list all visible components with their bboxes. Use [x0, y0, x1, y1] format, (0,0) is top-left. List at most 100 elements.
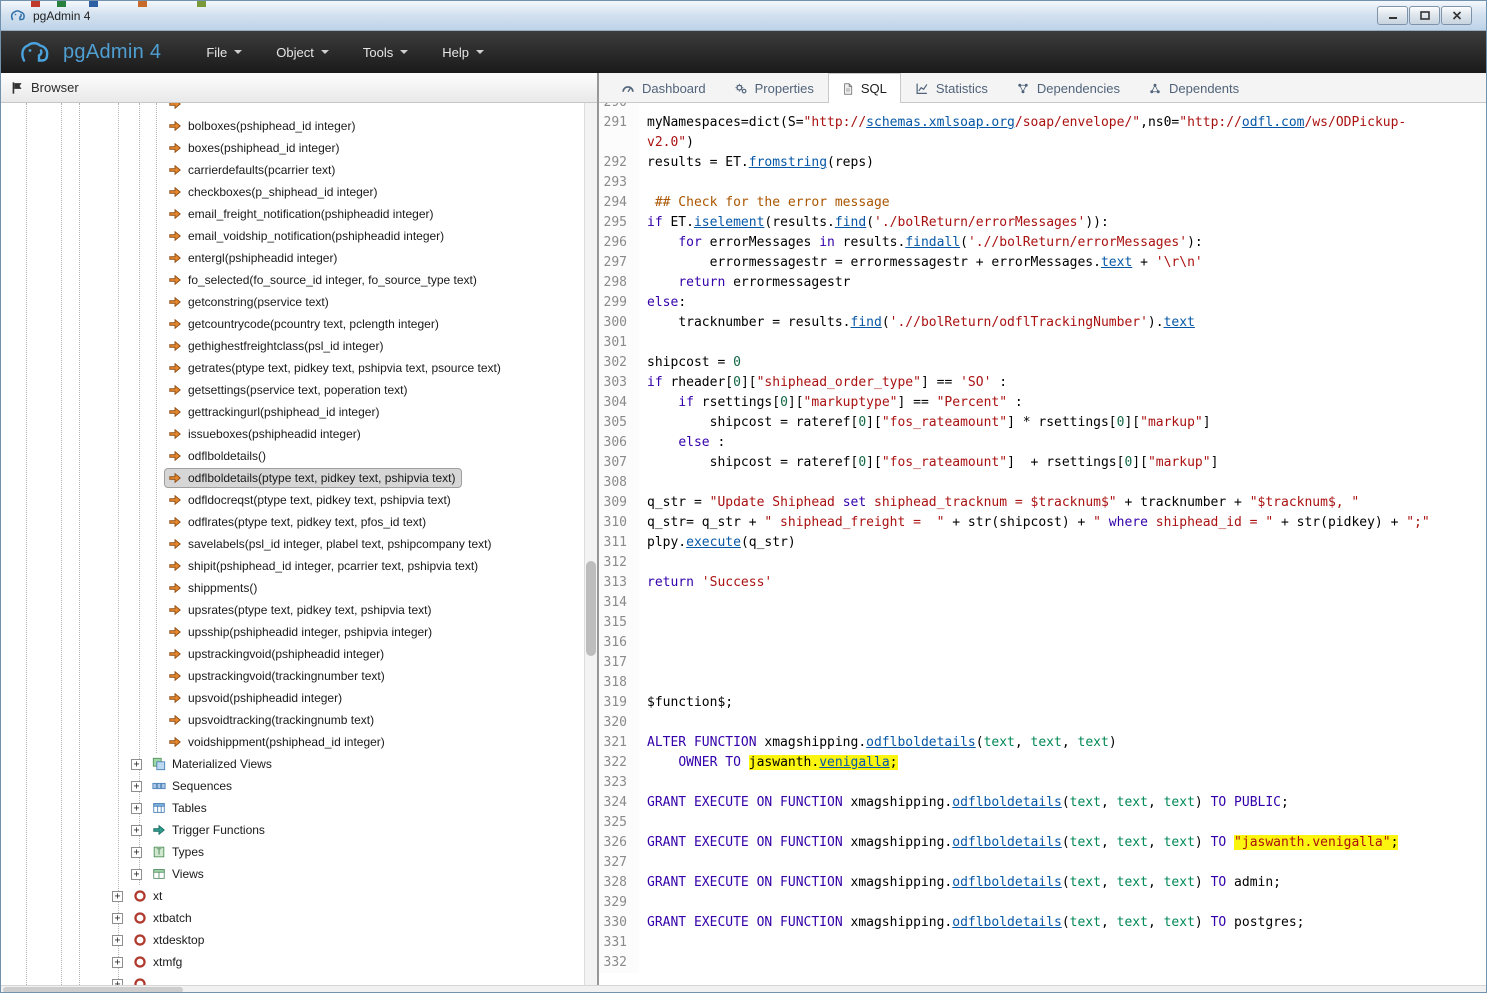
code-text[interactable] [639, 473, 1444, 493]
tree-item[interactable]: upsvoid(pshipheadid integer) [1, 687, 584, 709]
tree-item[interactable]: bolboxes(pshiphead_id integer) [1, 115, 584, 137]
tree-item-content[interactable]: fo_selected(fo_source_id integer, fo_sou… [164, 270, 484, 290]
code-text[interactable]: for errorMessages in results.findall('./… [639, 233, 1444, 253]
tree-item[interactable]: getconstring(pservice text) [1, 291, 584, 313]
tree-item-content[interactable]: getcountrycode(pcountry text, pclength i… [164, 314, 446, 334]
code-text[interactable]: GRANT EXECUTE ON FUNCTION xmagshipping.o… [639, 833, 1444, 853]
tree-item[interactable]: email_freight_notification(pshipheadid i… [1, 203, 584, 225]
tree-item-content[interactable]: upstrackingvoid(trackingnumber text) [164, 666, 392, 686]
tree-item-content[interactable]: issueboxes(pshipheadid integer) [164, 424, 368, 444]
code-text[interactable]: ALTER FUNCTION xmagshipping.odflboldetai… [639, 733, 1444, 753]
tree-item[interactable]: +Sequences [1, 775, 584, 797]
tab-properties[interactable]: Properties [720, 73, 828, 103]
tree-item-content[interactable]: xtmfg [129, 952, 189, 972]
tree-item-content[interactable]: getrates(ptype text, pidkey text, pshipv… [164, 358, 508, 378]
tree-item-content[interactable]: odfldocreqst(ptype text, pidkey text, ps… [164, 490, 458, 510]
code-text[interactable] [639, 713, 1444, 733]
code-text[interactable] [639, 853, 1444, 873]
horizontal-scrollbar[interactable] [1, 985, 1486, 993]
scrollbar-thumb[interactable] [586, 561, 596, 656]
tree-item[interactable]: gethighestfreightclass(psl_id integer) [1, 335, 584, 357]
code-text[interactable]: results = ET.fromstring(reps) [639, 153, 1444, 173]
code-text[interactable] [639, 893, 1444, 913]
code-text[interactable] [639, 333, 1444, 353]
tree-item[interactable]: odflboldetails(ptype text, pidkey text, … [1, 467, 584, 489]
tree-item-content[interactable]: email_freight_notification(pshipheadid i… [164, 204, 440, 224]
code-text[interactable]: ## Check for the error message [639, 193, 1444, 213]
tree-item-content[interactable]: xtdesktop [129, 930, 211, 950]
tree-item[interactable]: upsrates(ptype text, pidkey text, pshipv… [1, 599, 584, 621]
code-text[interactable]: GRANT EXECUTE ON FUNCTION xmagshipping.o… [639, 793, 1444, 813]
tree-item[interactable]: issueboxes(pshipheadid integer) [1, 423, 584, 445]
expand-icon[interactable]: + [131, 869, 142, 880]
tree-item-content[interactable]: odflboldetails() [164, 446, 273, 466]
tree-item[interactable]: +Materialized Views [1, 753, 584, 775]
tree-item[interactable]: gettrackingurl(pshiphead_id integer) [1, 401, 584, 423]
tree-item-content[interactable] [164, 103, 195, 114]
tree-item-content[interactable]: boxes(pshiphead_id integer) [164, 138, 346, 158]
vertical-scrollbar[interactable] [584, 103, 597, 985]
tree-item[interactable]: upstrackingvoid(pshipheadid integer) [1, 643, 584, 665]
expand-icon[interactable]: + [131, 825, 142, 836]
tree-item[interactable]: +TTypes [1, 841, 584, 863]
code-text[interactable]: if rheader[0]["shiphead_order_type"] == … [639, 373, 1444, 393]
tree-item[interactable]: upsvoidtracking(trackingnumb text) [1, 709, 584, 731]
tree-item-content[interactable]: upstrackingvoid(pshipheadid integer) [164, 644, 391, 664]
code-text[interactable]: $function$; [639, 693, 1444, 713]
tree-item-content[interactable]: Trigger Functions [148, 820, 272, 840]
tab-dependents[interactable]: Dependents [1134, 73, 1253, 103]
tree-item[interactable]: + Views [1, 863, 584, 885]
code-text[interactable] [639, 553, 1444, 573]
tree-item[interactable]: fo_selected(fo_source_id integer, fo_sou… [1, 269, 584, 291]
tab-dashboard[interactable]: Dashboard [607, 73, 720, 103]
tree-item[interactable]: carrierdefaults(pcarrier text) [1, 159, 584, 181]
tree-item-content[interactable]: upsvoidtracking(trackingnumb text) [164, 710, 381, 730]
code-text[interactable] [639, 813, 1444, 833]
code-text[interactable]: else: [639, 293, 1444, 313]
minimize-button[interactable] [1377, 6, 1408, 25]
tree-item-content[interactable]: Views [148, 864, 211, 884]
expand-icon[interactable]: + [131, 759, 142, 770]
tree-item-content[interactable]: xt [129, 886, 169, 906]
tree-item[interactable]: boxes(pshiphead_id integer) [1, 137, 584, 159]
tree-item[interactable]: upstrackingvoid(trackingnumber text) [1, 665, 584, 687]
tab-sql[interactable]: SQL [828, 73, 901, 103]
tree-item-content[interactable]: bolboxes(pshiphead_id integer) [164, 116, 362, 136]
code-text[interactable]: myNamespaces=dict(S="http://schemas.xmls… [639, 113, 1444, 153]
tree-item[interactable]: email_voidship_notification(pshipheadid … [1, 225, 584, 247]
code-text[interactable]: return 'Success' [639, 573, 1444, 593]
code-text[interactable]: q_str = "Update Shiphead set shiphead_tr… [639, 493, 1444, 513]
code-text[interactable] [639, 773, 1444, 793]
code-text[interactable] [639, 173, 1444, 193]
scrollbar-thumb[interactable] [3, 987, 183, 993]
tree-item[interactable]: +xt [1, 885, 584, 907]
code-text[interactable]: shipcost = rateref[0]["fos_rateamount"] … [639, 453, 1444, 473]
tree-item-content[interactable]: email_voidship_notification(pshipheadid … [164, 226, 451, 246]
tree-item-content[interactable]: getconstring(pservice text) [164, 292, 336, 312]
tree-item-content[interactable]: odflrates(ptype text, pidkey text, pfos_… [164, 512, 433, 532]
code-text[interactable]: if rsettings[0]["markuptype"] == "Percen… [639, 393, 1444, 413]
tree-item-content[interactable]: entergl(pshipheadid integer) [164, 248, 344, 268]
tree-item[interactable]: odflboldetails() [1, 445, 584, 467]
tree-item-content[interactable]: getsettings(pservice text, poperation te… [164, 380, 414, 400]
tree-item-selected[interactable]: odflboldetails(ptype text, pidkey text, … [164, 468, 462, 488]
tree-item-content[interactable]: upsvoid(pshipheadid integer) [164, 688, 349, 708]
code-text[interactable] [639, 673, 1444, 693]
tree-item[interactable]: savelabels(psl_id integer, plabel text, … [1, 533, 584, 555]
code-text[interactable] [639, 103, 1444, 113]
tree-item[interactable]: + Trigger Functions [1, 819, 584, 841]
code-text[interactable]: if ET.iselement(results.find('./bolRetur… [639, 213, 1444, 233]
tree-item[interactable]: getcountrycode(pcountry text, pclength i… [1, 313, 584, 335]
expand-icon[interactable]: + [112, 913, 123, 924]
tree-item[interactable]: checkboxes(p_shiphead_id integer) [1, 181, 584, 203]
tree-item-content[interactable]: gethighestfreightclass(psl_id integer) [164, 336, 390, 356]
code-text[interactable] [639, 933, 1444, 953]
tree-item[interactable]: getsettings(pservice text, poperation te… [1, 379, 584, 401]
menu-tools[interactable]: Tools [346, 31, 425, 73]
tree-item-content[interactable]: shipit(pshiphead_id integer, pcarrier te… [164, 556, 485, 576]
code-text[interactable] [639, 613, 1444, 633]
code-text[interactable] [639, 633, 1444, 653]
tree-item[interactable]: entergl(pshipheadid integer) [1, 247, 584, 269]
code-text[interactable]: q_str= q_str + " shiphead_freight = " + … [639, 513, 1444, 533]
tree-item[interactable]: shipit(pshiphead_id integer, pcarrier te… [1, 555, 584, 577]
